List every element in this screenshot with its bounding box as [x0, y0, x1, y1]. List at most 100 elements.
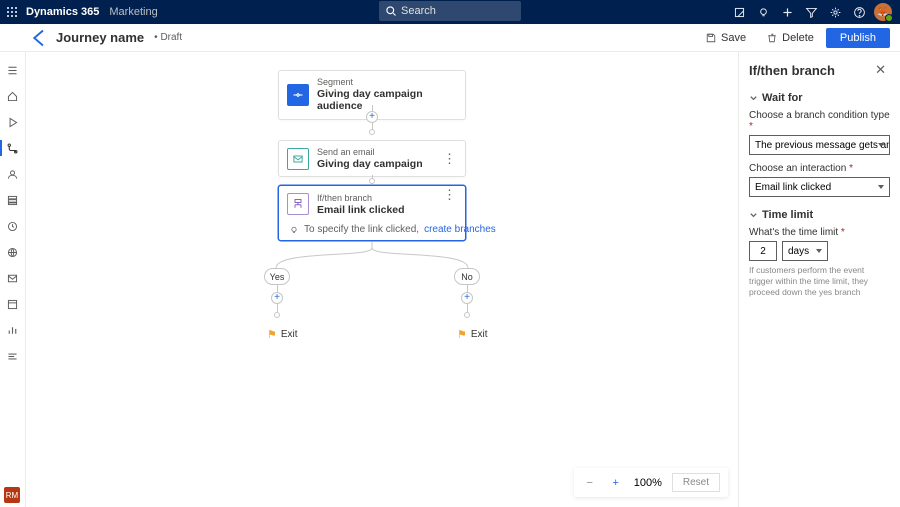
- flag-icon: ⚑: [267, 328, 277, 341]
- node-email[interactable]: Send an email Giving day campaign: [278, 140, 466, 177]
- page-body: Segment Giving day campaign audience + S…: [0, 52, 900, 507]
- help-text: If customers perform the event trigger w…: [749, 265, 890, 298]
- branch-yes-pill: Yes: [264, 268, 290, 285]
- properties-panel: If/then branch ✕ Wait for Choose a branc…: [738, 52, 900, 507]
- node-menu-button[interactable]: [441, 157, 457, 160]
- rail-clock-icon[interactable]: [0, 216, 26, 236]
- rail-list-icon[interactable]: [0, 190, 26, 210]
- section-header[interactable]: Time limit: [749, 209, 890, 221]
- connector-dot: [369, 178, 375, 184]
- panel-header: If/then branch ✕: [749, 60, 890, 80]
- edit-icon[interactable]: [728, 0, 750, 24]
- header-actions: Save Delete Publish: [697, 28, 890, 48]
- branch-icon: [287, 193, 309, 215]
- connector-arc: [256, 242, 488, 272]
- add-step-yes-button[interactable]: +: [271, 292, 283, 304]
- time-value-input[interactable]: [749, 241, 777, 261]
- exit-no: ⚑Exit: [457, 328, 488, 341]
- area-label: Marketing: [109, 6, 157, 18]
- zoom-reset-button[interactable]: Reset: [672, 473, 720, 492]
- hint-text: To specify the link clicked,: [304, 224, 419, 235]
- section-header[interactable]: Wait for: [749, 92, 890, 104]
- back-button[interactable]: [28, 28, 48, 48]
- connector: [277, 304, 278, 312]
- time-unit-dropdown[interactable]: days: [782, 241, 828, 261]
- rail-globe-icon[interactable]: [0, 242, 26, 262]
- node-text: Segment Giving day campaign audience: [317, 77, 457, 113]
- rm-badge: RM: [4, 487, 20, 503]
- add-step-no-button[interactable]: +: [461, 292, 473, 304]
- node-menu-button[interactable]: [441, 193, 457, 196]
- search-icon: [385, 5, 397, 17]
- save-button[interactable]: Save: [697, 29, 754, 47]
- rail-template-icon[interactable]: [0, 294, 26, 314]
- trash-icon: [766, 32, 778, 44]
- rail-journey-icon[interactable]: [0, 138, 26, 158]
- close-icon[interactable]: ✕: [871, 60, 890, 80]
- condition-type-label: Choose a branch condition type: [749, 110, 890, 132]
- connector-dot: [464, 312, 470, 318]
- interaction-dropdown[interactable]: Email link clicked: [749, 177, 890, 197]
- journey-canvas[interactable]: Segment Giving day campaign audience + S…: [26, 52, 738, 507]
- user-avatar[interactable]: 🦊: [872, 0, 894, 24]
- app-launcher-icon[interactable]: [0, 6, 24, 18]
- delete-button[interactable]: Delete: [758, 29, 822, 47]
- delete-label: Delete: [782, 32, 814, 44]
- chevron-down-icon: [749, 211, 758, 220]
- create-branches-link[interactable]: create branches: [424, 224, 496, 235]
- brand-label: Dynamics 365: [26, 6, 99, 18]
- lightbulb-icon: [289, 225, 299, 235]
- connector: [467, 304, 468, 312]
- journey-title[interactable]: Journey name: [56, 30, 144, 45]
- rail-analytics-icon[interactable]: [0, 320, 26, 340]
- node-text: If/then branch Email link clicked: [317, 193, 405, 216]
- rail-mail-icon[interactable]: [0, 268, 26, 288]
- top-bar: Dynamics 365 Marketing 🦊: [0, 0, 900, 24]
- rail-home-icon[interactable]: [0, 86, 26, 106]
- search-input[interactable]: [379, 1, 521, 21]
- connector-dot: [369, 129, 375, 135]
- settings-icon[interactable]: [824, 0, 846, 24]
- publish-button[interactable]: Publish: [826, 28, 890, 48]
- page-header: Journey name Draft Save Delete Publish: [0, 24, 900, 52]
- filter-icon[interactable]: [800, 0, 822, 24]
- zoom-bar: − + 100% Reset: [574, 468, 728, 497]
- email-icon: [287, 148, 309, 170]
- chevron-down-icon: [749, 94, 758, 103]
- search-wrap: [379, 1, 521, 21]
- node-type-label: Send an email: [317, 147, 423, 158]
- branch-hint: To specify the link clicked, create bran…: [289, 224, 496, 235]
- segment-icon: [287, 84, 309, 106]
- exit-yes: ⚑Exit: [267, 328, 298, 341]
- rail-menu-icon[interactable]: [0, 60, 26, 80]
- save-icon: [705, 32, 717, 44]
- zoom-in-button[interactable]: +: [608, 475, 624, 491]
- rail-contacts-icon[interactable]: [0, 164, 26, 184]
- node-type-label: If/then branch: [317, 193, 405, 204]
- section-wait-for: Wait for Choose a branch condition type …: [749, 92, 890, 197]
- save-label: Save: [721, 32, 746, 44]
- branch-no-pill: No: [454, 268, 480, 285]
- connector-dot: [274, 312, 280, 318]
- zoom-out-button[interactable]: −: [582, 475, 598, 491]
- panel-title: If/then branch: [749, 63, 835, 78]
- plus-icon[interactable]: [776, 0, 798, 24]
- flag-icon: ⚑: [457, 328, 467, 341]
- lightbulb-icon[interactable]: [752, 0, 774, 24]
- node-title-label: Giving day campaign: [317, 158, 423, 171]
- section-time-limit: Time limit What's the time limit days If…: [749, 209, 890, 298]
- top-tools: 🦊: [728, 0, 900, 24]
- zoom-value: 100%: [634, 477, 662, 489]
- time-limit-label: What's the time limit: [749, 227, 890, 238]
- help-icon[interactable]: [848, 0, 870, 24]
- node-text: Send an email Giving day campaign: [317, 147, 423, 170]
- node-type-label: Segment: [317, 77, 457, 88]
- add-step-button[interactable]: +: [366, 111, 378, 123]
- journey-status: Draft: [154, 32, 182, 43]
- node-title-label: Giving day campaign audience: [317, 88, 457, 113]
- condition-type-dropdown[interactable]: The previous message gets an interaction: [749, 135, 890, 155]
- rail-play-icon[interactable]: [0, 112, 26, 132]
- left-rail: [0, 52, 26, 507]
- rail-more-icon[interactable]: [0, 346, 26, 366]
- interaction-label: Choose an interaction: [749, 163, 890, 174]
